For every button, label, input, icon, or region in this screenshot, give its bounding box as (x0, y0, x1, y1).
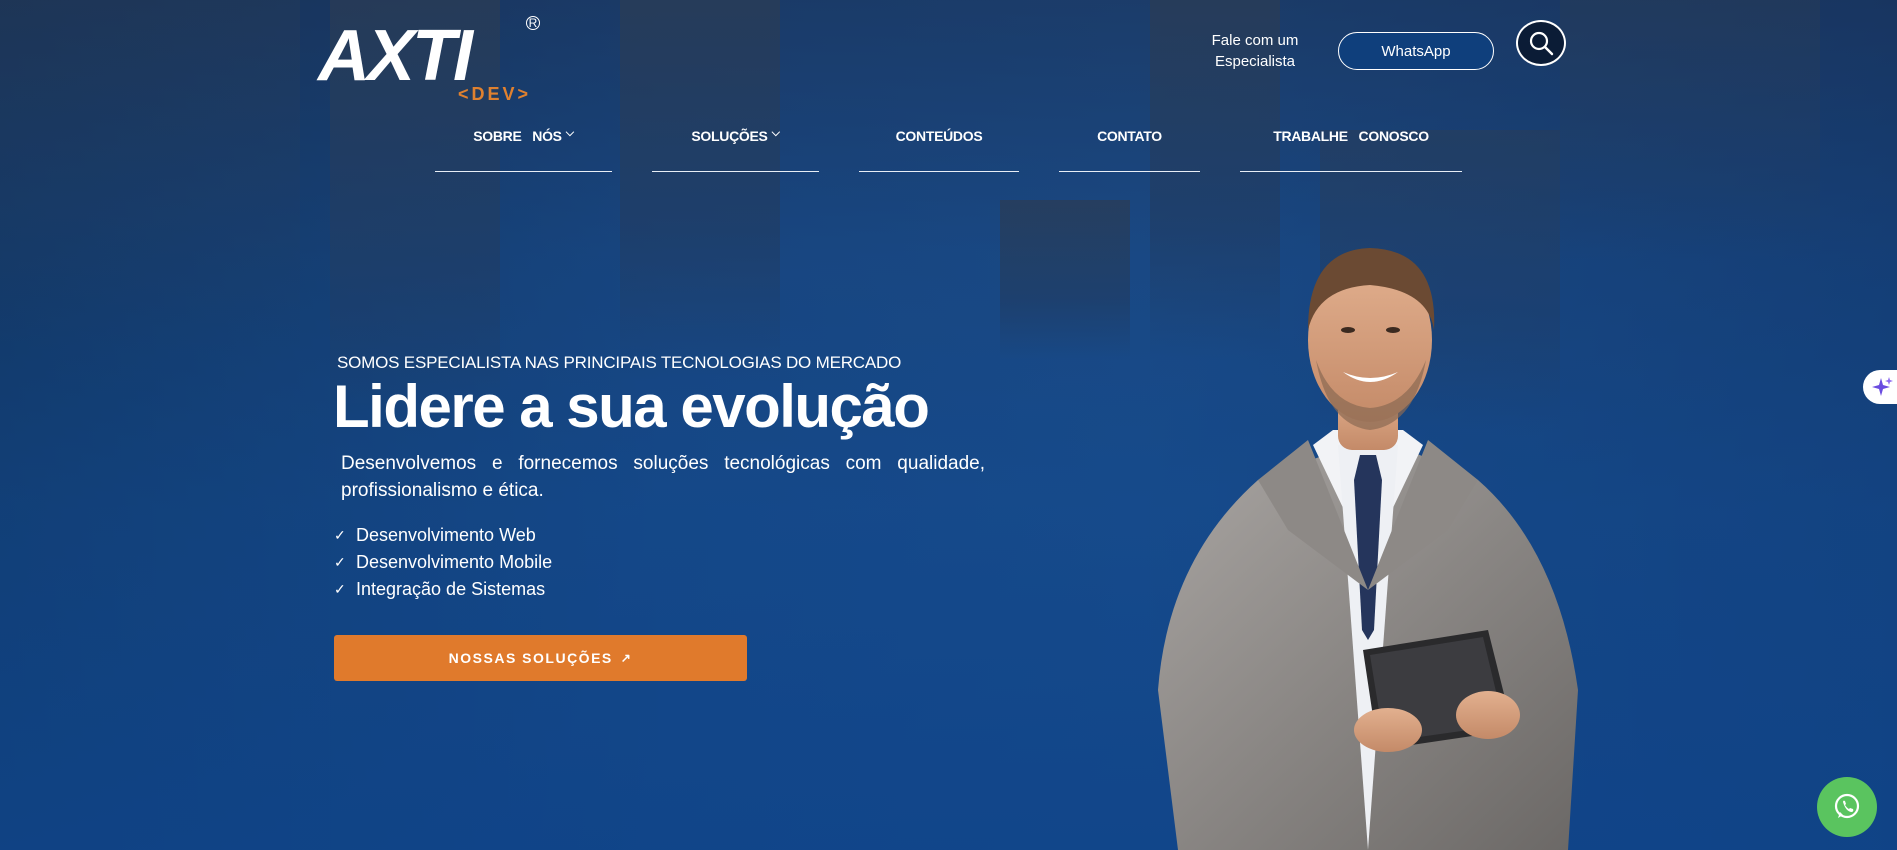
city-building (0, 0, 300, 350)
check-icon: ✓ (334, 527, 346, 543)
hero-headline: Lidere a sua evolução (333, 373, 930, 440)
sparkle-icon (1872, 377, 1893, 396)
nav-item-label: SOBRE NÓS (473, 128, 562, 144)
contact-specialist-text: Fale com um Especialista (1211, 32, 1299, 70)
feature-label: Desenvolvimento Web (356, 525, 536, 545)
nav-item-sobre-nos[interactable]: SOBRE NÓS ⌵ (435, 127, 612, 172)
check-icon: ✓ (334, 581, 346, 597)
whatsapp-button[interactable]: WhatsApp (1338, 32, 1494, 70)
nav-item-label: TRABALHE CONOSCO (1273, 128, 1429, 144)
search-icon (1529, 31, 1554, 56)
nav-item-label: CONTATO (1097, 128, 1162, 144)
feature-item: ✓ Desenvolvimento Web (334, 522, 552, 549)
nav-item-label: SOLUÇÕES (691, 128, 768, 144)
logo-wordmark: AXTI (318, 16, 473, 96)
whatsapp-floating-button[interactable] (1817, 777, 1877, 837)
nav-item-label: CONTEÚDOS (895, 128, 983, 144)
ai-assistant-tab[interactable] (1863, 370, 1897, 404)
chevron-down-icon: ⌵ (565, 127, 574, 139)
city-building (620, 0, 780, 380)
feature-label: Integração de Sistemas (356, 579, 546, 599)
cta-label: NOSSAS SOLUÇÕES (448, 650, 613, 666)
feature-item: ✓ Desenvolvimento Mobile (334, 549, 552, 576)
logo-dev-tag: <DEV> (458, 84, 532, 104)
search-button[interactable] (1516, 20, 1566, 66)
nav-item-trabalhe-conosco[interactable]: TRABALHE CONOSCO (1240, 128, 1462, 172)
city-building (1560, 0, 1820, 260)
feature-label: Desenvolvimento Mobile (356, 552, 553, 572)
feature-item: ✓ Integração de Sistemas (334, 576, 552, 603)
hero-eyebrow: SOMOS ESPECIALISTA NAS PRINCIPAIS TECNOL… (337, 353, 902, 372)
chevron-down-icon: ⌵ (771, 127, 780, 139)
site-logo[interactable]: AXTI R <DEV> (318, 16, 548, 110)
hero-description: Desenvolvemos e fornecemos soluções tecn… (341, 453, 985, 501)
nossas-solucoes-button[interactable]: NOSSAS SOLUÇÕES ↗ (334, 635, 747, 681)
city-building (1000, 200, 1130, 360)
check-icon: ✓ (334, 554, 346, 570)
nav-item-contato[interactable]: CONTATO (1059, 128, 1200, 172)
feature-list: ✓ Desenvolvimento Web ✓ Desenvolvimento Mo… (334, 522, 552, 603)
arrow-up-right-icon: ↗ (620, 651, 633, 665)
nav-item-conteudos[interactable]: CONTEÚDOS (859, 128, 1019, 172)
registered-mark: R (526, 16, 540, 30)
whatsapp-icon (1834, 793, 1860, 819)
nav-item-solucoes[interactable]: SOLUÇÕES ⌵ (652, 127, 819, 172)
businessman-image (1158, 248, 1578, 850)
